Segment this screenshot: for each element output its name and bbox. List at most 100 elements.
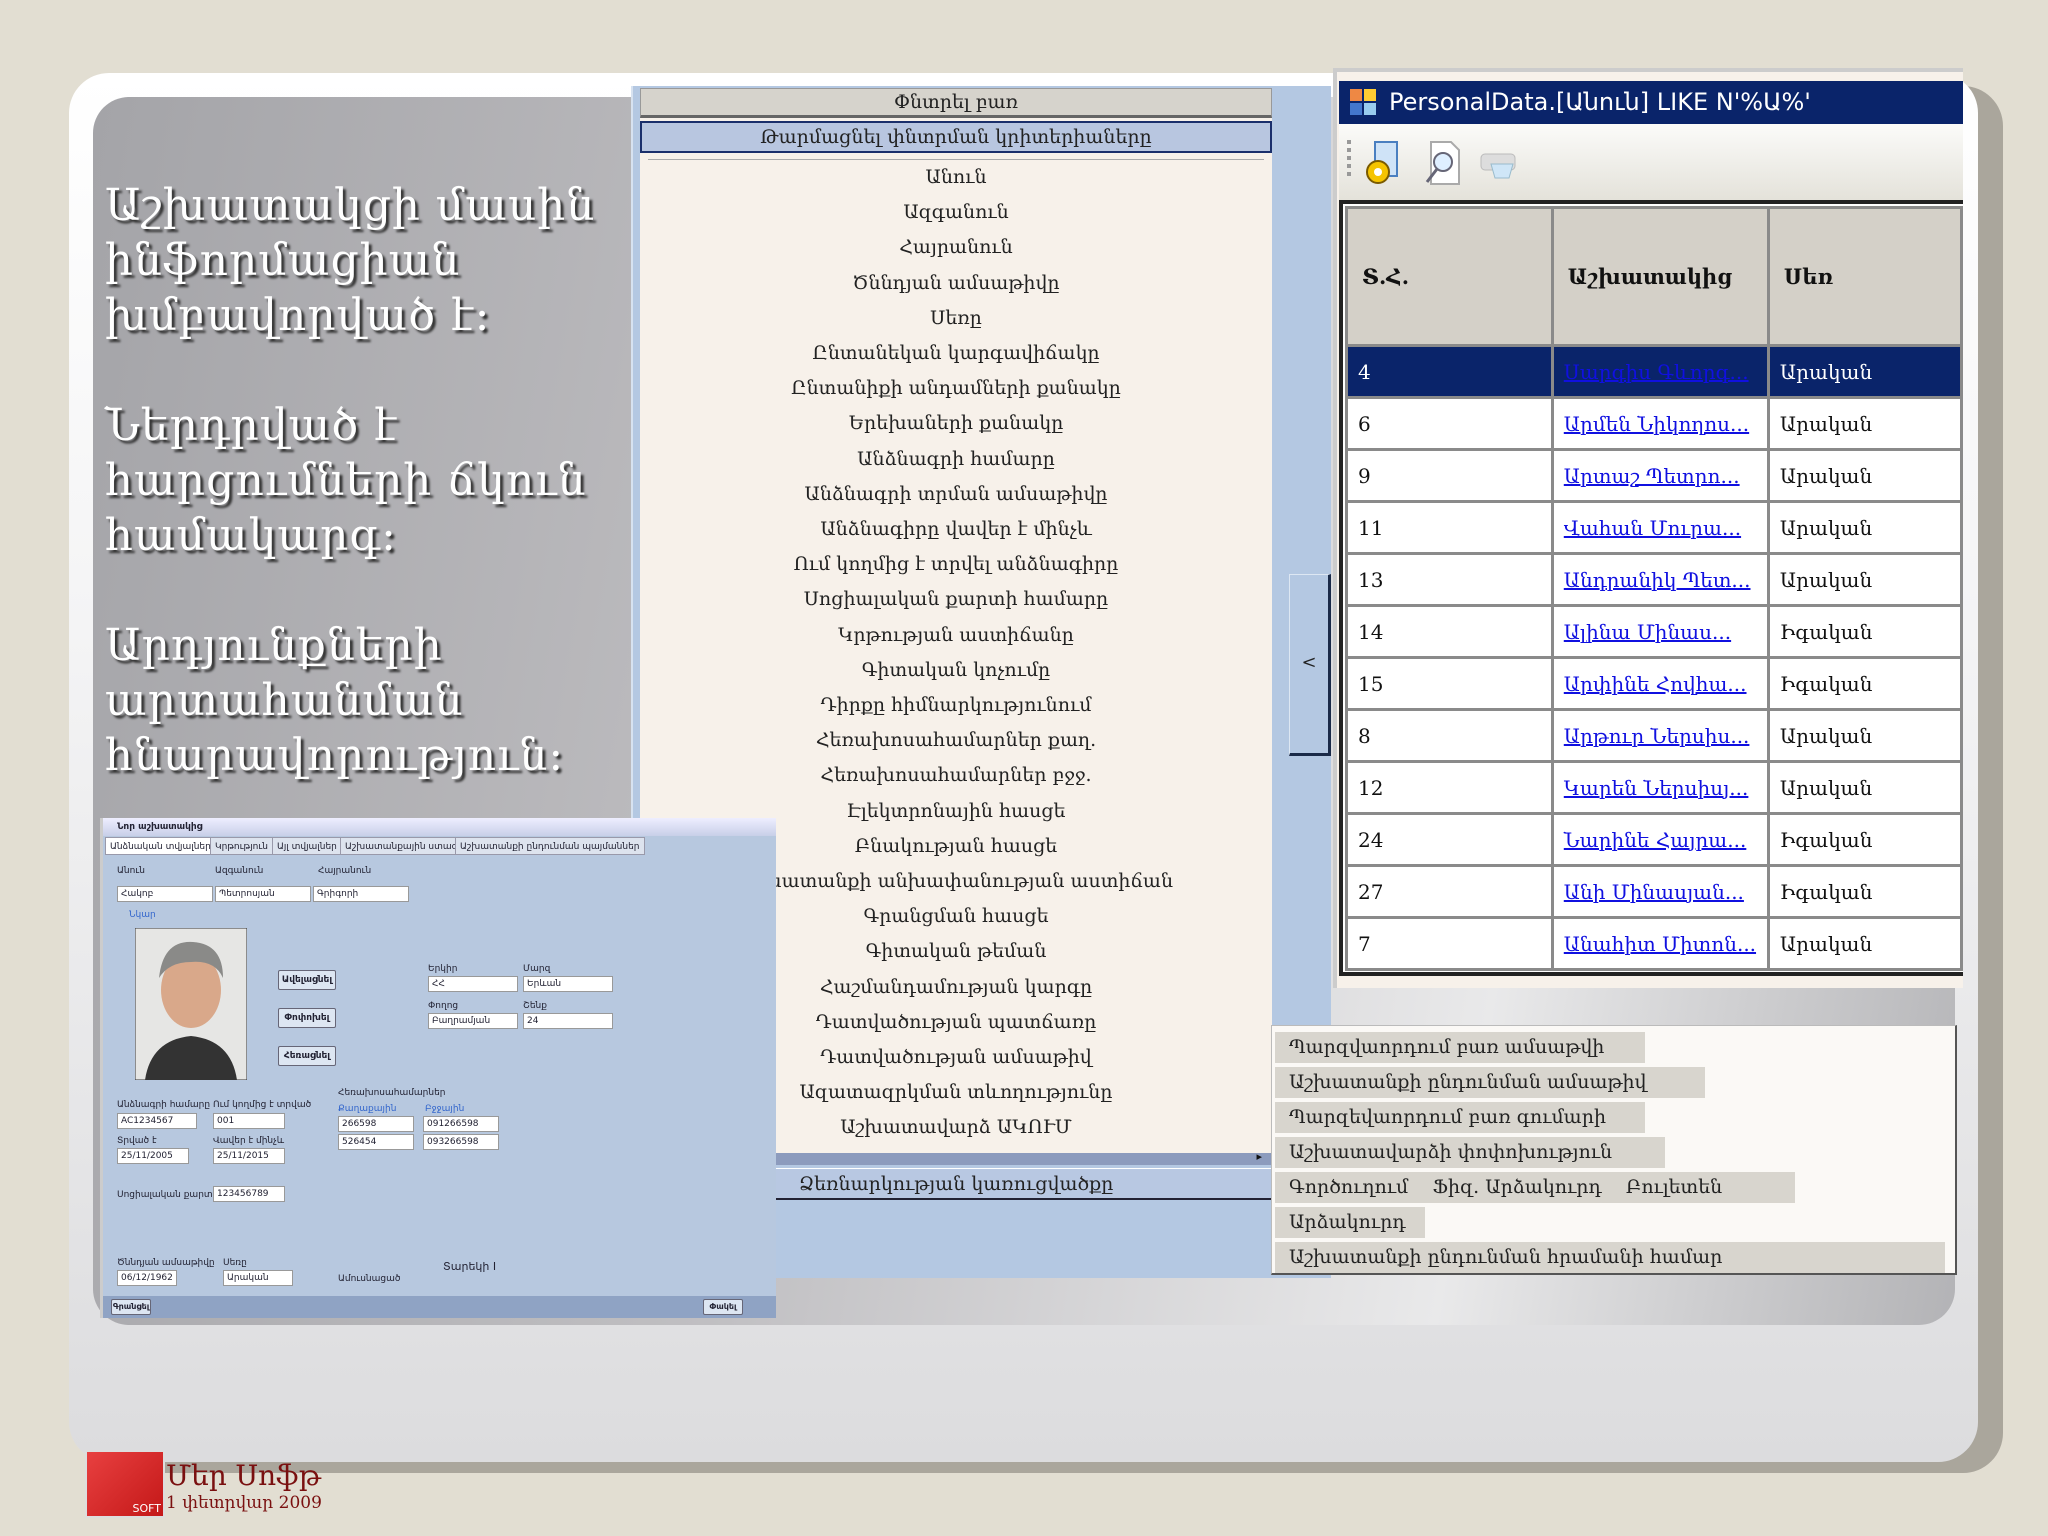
collapse-panel-button[interactable]: <: [1289, 574, 1331, 756]
form-tab[interactable]: Աշխատանքային ստաժ: [340, 837, 463, 855]
sex-select[interactable]: Արական: [223, 1270, 293, 1286]
criteria-item[interactable]: Անուն: [640, 166, 1272, 188]
cell-number: 8: [1345, 708, 1554, 763]
table-row[interactable]: 27 Անի Մինասյան... Իգական: [1345, 864, 1963, 919]
delete-photo-button[interactable]: Հեռացնել: [278, 1046, 336, 1066]
cell-sex: Իգական: [1766, 604, 1963, 659]
close-button[interactable]: Փակել: [703, 1299, 743, 1315]
employee-link[interactable]: Արտաշ Պետրո...: [1564, 464, 1740, 488]
table-row[interactable]: 14 Ալինա Մինաս... Իգական: [1345, 604, 1963, 659]
criteria-item[interactable]: Սեռը: [640, 307, 1272, 329]
home-phone[interactable]: 266598: [338, 1116, 414, 1132]
criteria-item[interactable]: Դիրքը հիմնարկությունում: [640, 694, 1272, 716]
mobile-phone[interactable]: 091266598: [423, 1116, 499, 1132]
toolbar-grip[interactable]: [1347, 140, 1351, 180]
criteria-item[interactable]: Երեխաների քանակը: [640, 412, 1272, 434]
cell-employee: Վահան Մուրա...: [1550, 500, 1770, 555]
print-icon[interactable]: [1477, 138, 1523, 188]
form-tab[interactable]: Անձնական տվյալներ: [105, 837, 216, 855]
criteria-item[interactable]: Ազգանուն: [640, 201, 1272, 223]
column-header-number[interactable]: Տ.Հ.: [1345, 206, 1554, 347]
label: Ում կողմից է տրված: [213, 1100, 312, 1110]
form-footer: [103, 1296, 776, 1318]
social-card-input[interactable]: 123456789: [213, 1186, 285, 1202]
table-row[interactable]: 15 Արփինե Հովհա... Իգական: [1345, 656, 1963, 711]
criteria-item[interactable]: Հայրանուն: [640, 236, 1272, 258]
city-select[interactable]: Երևան: [523, 976, 613, 992]
birth-date[interactable]: 06/12/1962: [117, 1270, 177, 1286]
column-header-employee[interactable]: Աշխատակից: [1550, 206, 1770, 347]
passport-input[interactable]: AC1234567: [117, 1113, 197, 1129]
context-menu-item[interactable]: Արձակուրդ: [1275, 1207, 1425, 1238]
street-select[interactable]: Բաղրամյան: [428, 1013, 518, 1029]
table-row[interactable]: 7 Անահիտ Միտոն... Արական: [1345, 916, 1963, 971]
label: Երկիր: [428, 964, 458, 974]
home-phone[interactable]: 526454: [338, 1134, 414, 1150]
context-menu-item[interactable]: Աշխատավարձի փոփոխություն: [1275, 1137, 1665, 1168]
criteria-item[interactable]: Անձնագրի տրման ամսաթիվը: [640, 483, 1272, 505]
scroll-right-icon[interactable]: ▸: [1256, 1150, 1262, 1163]
table-row[interactable]: 12 Կարեն Ներսիսյ... Արական: [1345, 760, 1963, 815]
save-button[interactable]: Գրանցել: [111, 1299, 151, 1315]
table-row[interactable]: 8 Արթուր Ներսիս... Արական: [1345, 708, 1963, 763]
column-header-sex[interactable]: Սեռ: [1766, 206, 1963, 347]
table-row[interactable]: 13 Անդրանիկ Պետ... Արական: [1345, 552, 1963, 607]
employee-link[interactable]: Անի Մինասյան...: [1564, 880, 1744, 904]
preview-icon[interactable]: [1419, 138, 1465, 188]
criteria-item[interactable]: Ընտանիքի անդամների քանակը: [640, 377, 1272, 399]
issued-date[interactable]: 25/11/2005: [117, 1148, 189, 1164]
employee-link[interactable]: Արփինե Հովհա...: [1564, 672, 1747, 696]
employee-link[interactable]: Անահիտ Միտոն...: [1564, 932, 1756, 956]
criteria-item[interactable]: Ընտանեկան կարգավիճակը: [640, 342, 1272, 364]
cell-employee: Անահիտ Միտոն...: [1550, 916, 1770, 971]
context-menu-item[interactable]: Պարզվաորդում բառ ամսաթվի: [1275, 1032, 1645, 1063]
table-row[interactable]: 9 Արտաշ Պետրո... Արական: [1345, 448, 1963, 503]
table-row[interactable]: 11 Վահան Մուրա... Արական: [1345, 500, 1963, 555]
employee-link[interactable]: Նարինե Հայրա...: [1564, 828, 1747, 852]
criteria-item[interactable]: Սոցիալական քարտի համարը: [640, 588, 1272, 610]
add-photo-button[interactable]: Ավելացնել: [278, 970, 336, 990]
married-checkbox[interactable]: Ամուսնացած: [338, 1274, 400, 1284]
form-tab[interactable]: Աշխատանքի ընդունման պայմաններ: [455, 837, 645, 855]
employee-link[interactable]: Վահան Մուրա...: [1564, 516, 1741, 540]
form-tab[interactable]: Կրթություն: [210, 837, 273, 855]
last-name-input[interactable]: Պետրոսյան: [215, 886, 311, 902]
criteria-item[interactable]: Հեռախոսահամարներ քաղ.: [640, 729, 1272, 751]
first-name-input[interactable]: Հակոբ: [117, 886, 213, 902]
country-select[interactable]: ՀՀ: [428, 976, 518, 992]
form-tab[interactable]: Այլ տվյալներ: [272, 837, 342, 855]
label: Բջջային: [425, 1104, 465, 1114]
criteria-item[interactable]: Ում կողմից է տրվել անձնագիրը: [640, 553, 1272, 575]
table-row[interactable]: 6 Արմեն Նիկողոս... Արական: [1345, 396, 1963, 451]
patronymic-input[interactable]: Գրիգորի: [313, 886, 409, 902]
change-photo-button[interactable]: Փոփոխել: [278, 1008, 336, 1028]
criteria-item[interactable]: Անձնագիրը վավեր է մինչև: [640, 518, 1272, 540]
valid-date[interactable]: 25/11/2015: [213, 1148, 285, 1164]
mobile-phone[interactable]: 093266598: [423, 1134, 499, 1150]
employee-link[interactable]: Արմեն Նիկողոս...: [1564, 412, 1749, 436]
criteria-item[interactable]: Ծննդյան ամսաթիվը: [640, 272, 1272, 294]
criteria-item[interactable]: Անձնագրի համարը: [640, 448, 1272, 470]
issued-by-input[interactable]: 001: [213, 1113, 285, 1129]
employee-link[interactable]: Արթուր Ներսիս...: [1564, 724, 1750, 748]
criteria-item[interactable]: Կրթության աստիճանը: [640, 624, 1272, 646]
employee-link[interactable]: Ալինա Մինաս...: [1564, 620, 1731, 644]
table-row[interactable]: 24 Նարինե Հայրա... Իգական: [1345, 812, 1963, 867]
cell-number: 7: [1345, 916, 1554, 971]
criteria-item[interactable]: Գիտական կոչումը: [640, 659, 1272, 681]
employee-link[interactable]: Սարգիս Գևորգ...: [1564, 360, 1749, 384]
company-logo: SOFT: [85, 1450, 165, 1518]
employee-link[interactable]: Կարեն Ներսիսյ...: [1564, 776, 1749, 800]
employee-link[interactable]: Անդրանիկ Պետ...: [1564, 568, 1751, 592]
context-menu-item[interactable]: Պարզեվաորդում բառ գումարի: [1275, 1102, 1645, 1133]
house-input[interactable]: 24: [523, 1013, 613, 1029]
cell-employee: Արփինե Հովհա...: [1550, 656, 1770, 711]
context-menu-item[interactable]: Աշխատանքի ընդունման հրամանի համար: [1275, 1242, 1945, 1273]
search-word-button[interactable]: Փնտրել բառ: [640, 88, 1272, 118]
criteria-item[interactable]: Հեռախոսահամարներ բջջ.: [640, 764, 1272, 786]
table-row[interactable]: 4 Սարգիս Գևորգ... Արական: [1345, 344, 1963, 399]
refresh-criteria-button[interactable]: Թարմացնել փնտրման կրիտերիաները: [640, 121, 1272, 153]
context-menu-item[interactable]: Աշխատանքի ընդունման ամսաթիվ: [1275, 1067, 1705, 1098]
settings-icon[interactable]: [1361, 138, 1407, 188]
context-menu-item[interactable]: Գործուղում Ֆիզ. Արձակուրդ Բուլետեն: [1275, 1172, 1795, 1203]
